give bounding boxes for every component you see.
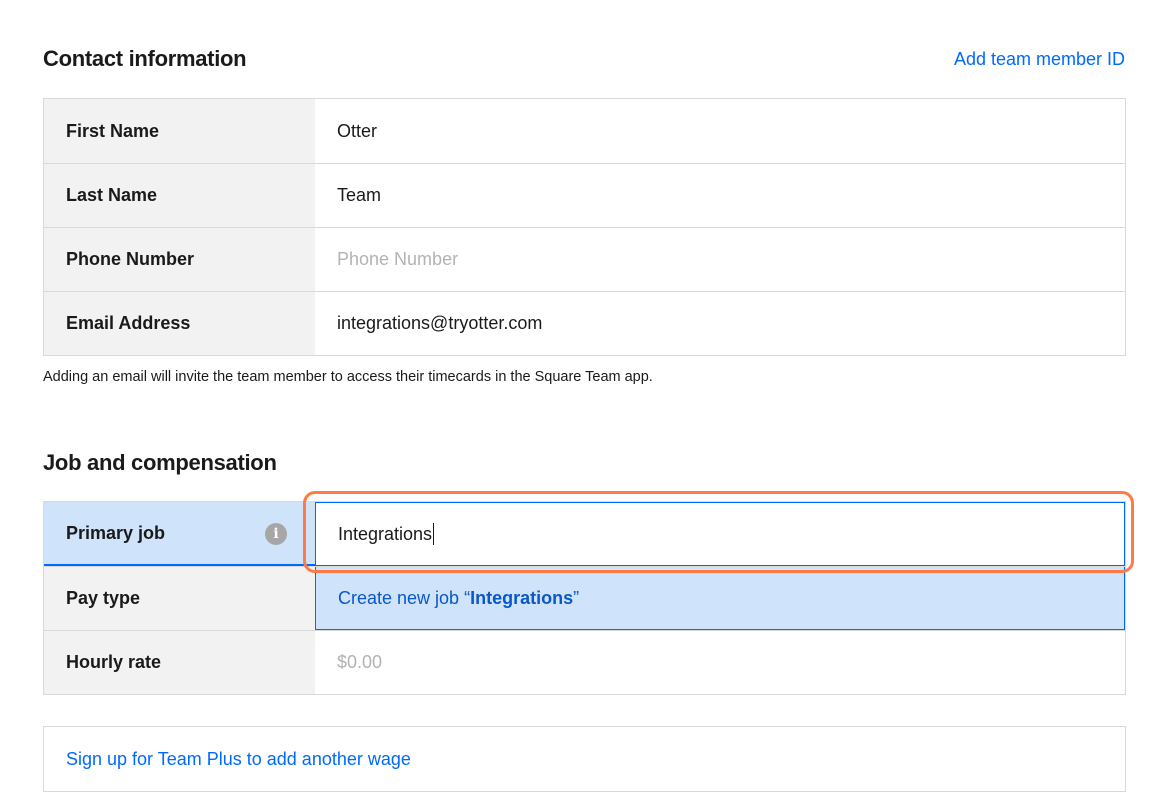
create-job-prefix: Create new job “ bbox=[338, 587, 471, 608]
job-section-title: Job and compensation bbox=[43, 450, 277, 475]
first-name-label: First Name bbox=[44, 99, 315, 163]
hourly-rate-label: Hourly rate bbox=[44, 631, 315, 694]
phone-number-label: Phone Number bbox=[44, 228, 315, 291]
primary-job-input[interactable]: Integrations bbox=[315, 502, 1125, 566]
pay-type-label: Pay type bbox=[44, 567, 315, 630]
add-team-member-id-link[interactable]: Add team member ID bbox=[954, 49, 1125, 70]
primary-job-label: Primary job bbox=[66, 522, 166, 543]
email-address-row: Email Address integrations@tryotter.com bbox=[44, 291, 1125, 355]
email-address-label: Email Address bbox=[44, 292, 315, 355]
hourly-rate-row: Hourly rate $0.00 bbox=[44, 630, 1125, 694]
job-table: Primary job i Integrations Pay type Crea… bbox=[43, 501, 1126, 695]
phone-number-field[interactable]: Phone Number bbox=[315, 228, 1125, 291]
contact-table: First Name Otter Last Name Team Phone Nu… bbox=[43, 98, 1126, 356]
last-name-field[interactable]: Team bbox=[315, 164, 1125, 227]
email-invite-note: Adding an email will invite the team mem… bbox=[43, 369, 653, 385]
text-cursor bbox=[433, 523, 435, 545]
primary-job-label-cell: Primary job i bbox=[44, 502, 315, 566]
primary-job-input-value: Integrations bbox=[338, 523, 433, 544]
create-job-suffix: ” bbox=[573, 587, 580, 608]
team-plus-signup-link[interactable]: Sign up for Team Plus to add another wag… bbox=[66, 749, 411, 770]
hourly-rate-field[interactable]: $0.00 bbox=[315, 631, 1125, 694]
create-job-term: Integrations bbox=[470, 587, 574, 608]
create-new-job-option[interactable]: Create new job “Integrations” bbox=[315, 567, 1125, 630]
contact-section-title: Contact information bbox=[43, 46, 247, 71]
first-name-field[interactable]: Otter bbox=[315, 99, 1125, 163]
first-name-row: First Name Otter bbox=[44, 99, 1125, 163]
pay-type-row: Pay type Create new job “Integrations” bbox=[44, 566, 1125, 630]
phone-number-row: Phone Number Phone Number bbox=[44, 227, 1125, 291]
info-icon[interactable]: i bbox=[265, 523, 287, 545]
last-name-label: Last Name bbox=[44, 164, 315, 227]
add-wage-box: Sign up for Team Plus to add another wag… bbox=[43, 726, 1126, 792]
primary-job-row: Primary job i Integrations bbox=[44, 502, 1125, 566]
last-name-row: Last Name Team bbox=[44, 163, 1125, 227]
email-address-field[interactable]: integrations@tryotter.com bbox=[315, 292, 1125, 355]
